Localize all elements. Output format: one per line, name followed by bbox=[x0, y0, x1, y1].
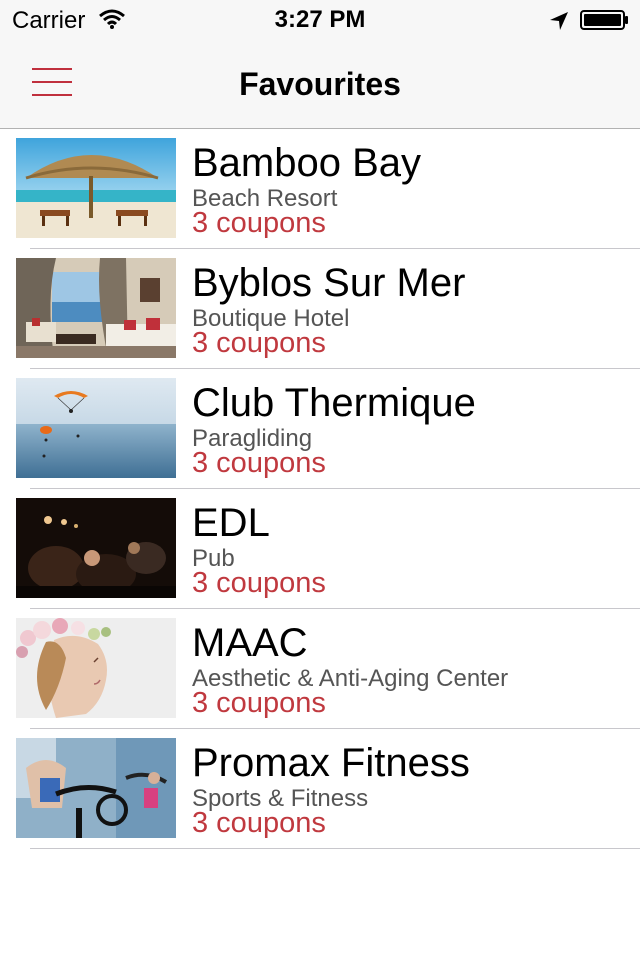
status-bar: Carrier 3:27 PM bbox=[0, 0, 640, 40]
place-name: Club Thermique bbox=[192, 381, 476, 425]
hotel-room-photo bbox=[16, 258, 176, 358]
spin-class-photo bbox=[16, 738, 176, 838]
coupon-count: 3 coupons bbox=[192, 567, 326, 599]
list-item[interactable]: Club Thermique Paragliding 3 coupons bbox=[0, 369, 640, 489]
place-name: Promax Fitness bbox=[192, 741, 470, 785]
coupon-count: 3 coupons bbox=[192, 687, 326, 719]
battery-icon bbox=[580, 10, 628, 30]
list-item[interactable]: Bamboo Bay Beach Resort 3 coupons bbox=[0, 129, 640, 249]
clock: 3:27 PM bbox=[274, 6, 366, 33]
list-item[interactable]: EDL Pub 3 coupons bbox=[0, 489, 640, 609]
place-name: Byblos Sur Mer bbox=[192, 261, 466, 305]
coupon-count: 3 coupons bbox=[192, 807, 326, 839]
woman-flower-crown-photo bbox=[16, 618, 176, 718]
favourites-list: Bamboo Bay Beach Resort 3 coupons Byblos… bbox=[0, 129, 640, 849]
navigation-bar: Favourites bbox=[0, 40, 640, 129]
place-name: MAAC bbox=[192, 621, 308, 665]
beach-umbrella-photo bbox=[16, 138, 176, 238]
row-divider bbox=[30, 848, 640, 849]
coupon-count: 3 coupons bbox=[192, 327, 326, 359]
page-title: Favourites bbox=[239, 66, 401, 102]
list-item[interactable]: Byblos Sur Mer Boutique Hotel 3 coupons bbox=[0, 249, 640, 369]
location-arrow-icon bbox=[550, 12, 568, 30]
list-item[interactable]: MAAC Aesthetic & Anti-Aging Center 3 cou… bbox=[0, 609, 640, 729]
paragliders-over-sea-photo bbox=[16, 378, 176, 478]
list-item[interactable]: Promax Fitness Sports & Fitness 3 coupon… bbox=[0, 729, 640, 849]
coupon-count: 3 coupons bbox=[192, 447, 326, 479]
place-name: Bamboo Bay bbox=[192, 141, 422, 185]
pub-crowd-photo bbox=[16, 498, 176, 598]
coupon-count: 3 coupons bbox=[192, 207, 326, 239]
place-name: EDL bbox=[192, 501, 270, 545]
